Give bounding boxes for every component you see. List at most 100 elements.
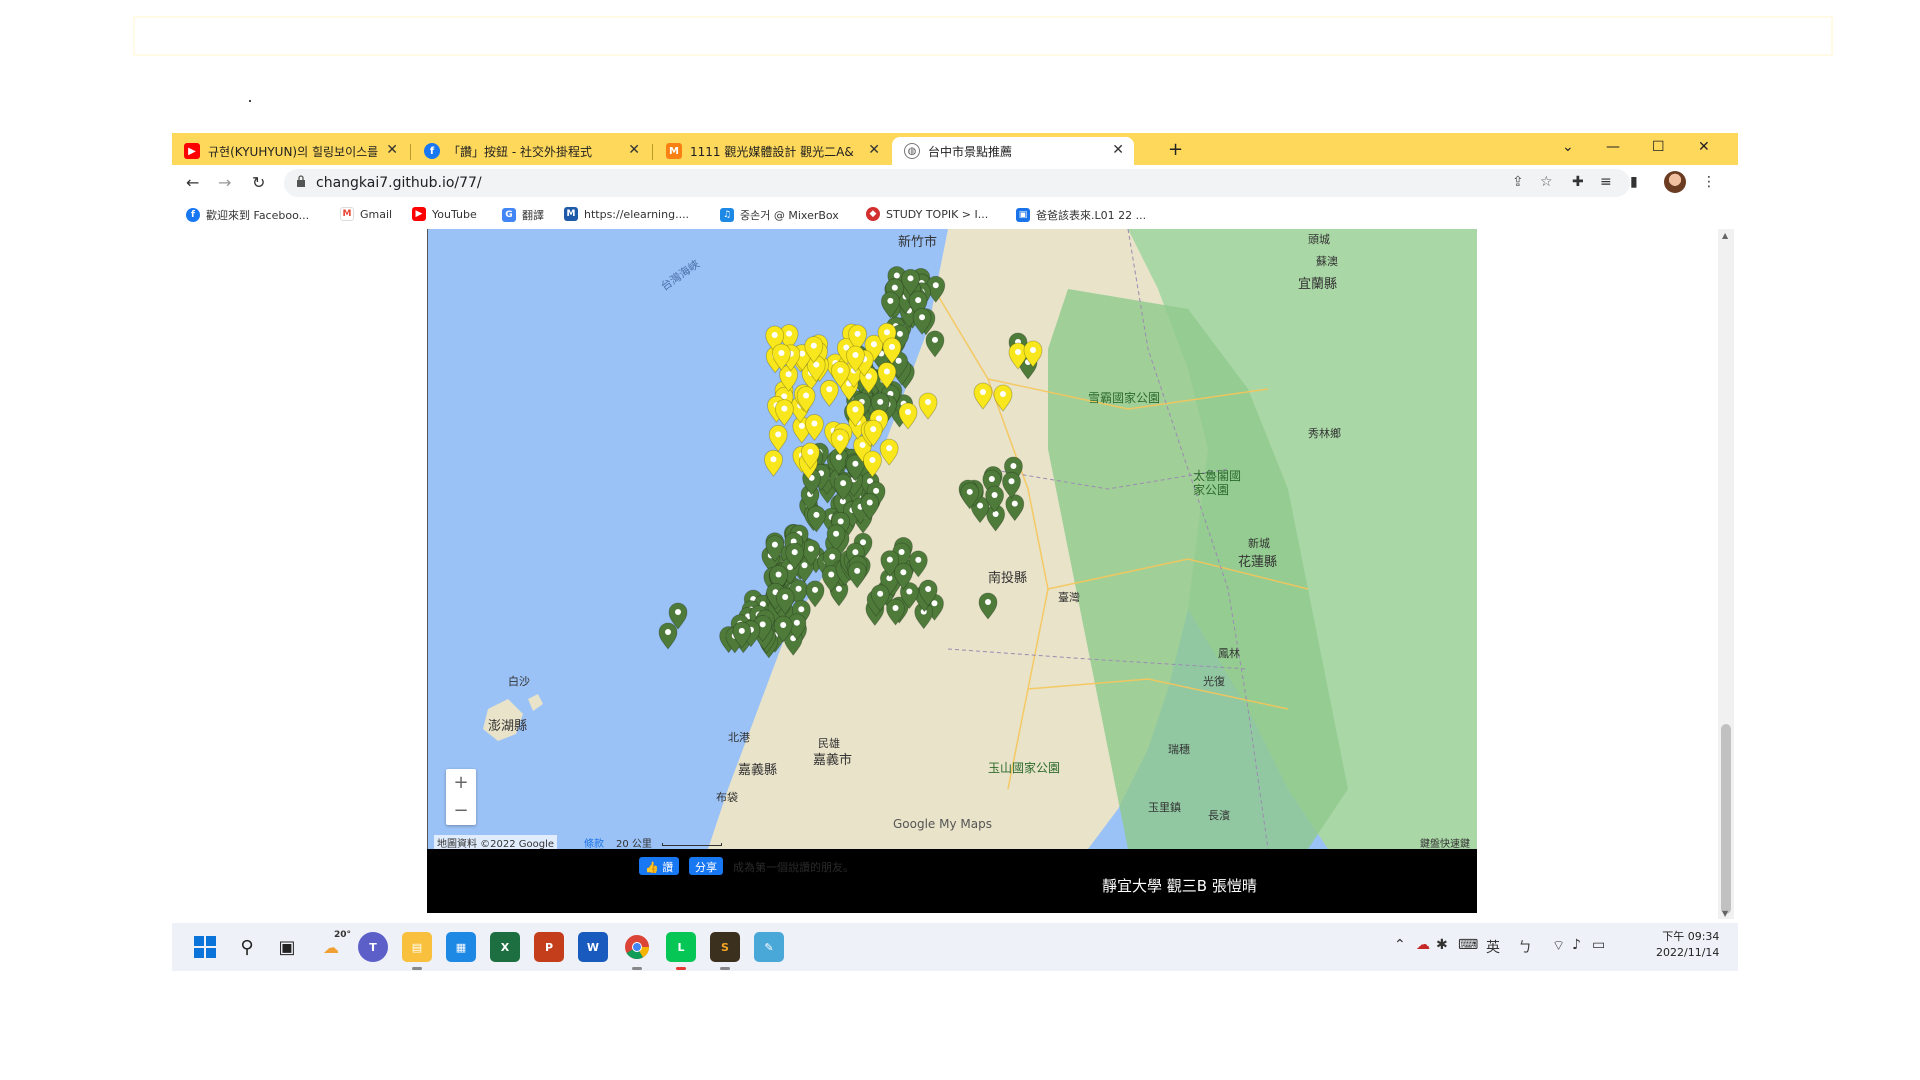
scroll-down-icon[interactable]: ▼ [1722, 909, 1728, 918]
share-button[interactable]: 分享 [689, 857, 723, 875]
map-pin-dot [852, 460, 859, 467]
ime-mode-label[interactable]: 英 [1486, 937, 1500, 957]
close-tab-icon[interactable]: ✕ [868, 142, 880, 158]
map-pin[interactable] [768, 424, 788, 453]
map-pin-dot [869, 456, 876, 463]
zoom-out-button[interactable]: − [446, 797, 476, 825]
map-pin-dot [835, 454, 842, 461]
tray-chevron-icon[interactable]: ⌃ [1394, 937, 1406, 953]
terms-link[interactable]: 條款 [584, 835, 604, 849]
extensions-icon[interactable]: ✚ [1572, 174, 1584, 190]
keyboard-icon[interactable]: ⌨ [1458, 937, 1478, 953]
scroll-thumb[interactable] [1721, 724, 1731, 914]
tab-youtube[interactable]: ▶ 규현(KYUHYUN)의 힐링보이스를 ✕ [172, 137, 408, 165]
chrome-icon[interactable] [622, 932, 652, 962]
map-pin-dot [886, 445, 893, 452]
forward-icon[interactable]: → [218, 173, 231, 192]
weather-icon[interactable]: ☁ 20° [316, 930, 351, 962]
map-pin-dot [835, 585, 842, 592]
onedrive-error-icon[interactable]: ☁ [1416, 937, 1430, 953]
ime-icon[interactable]: ㄅ [1518, 937, 1532, 957]
store-icon[interactable]: ▦ [446, 932, 476, 962]
map-pin-dot [798, 422, 805, 429]
share-icon[interactable]: ⇪ [1512, 174, 1524, 190]
bookmark-facebook[interactable]: f 歡迎來到 Faceboo... [186, 207, 309, 223]
map-pin-dot [873, 487, 880, 494]
menu-icon[interactable]: ⋮ [1702, 174, 1716, 190]
bookmark-mixerbox[interactable]: ♫ 중손거 @ MixerBox [720, 207, 839, 223]
bookmark-topik[interactable]: ◆ STUDY TOPIK > I... [866, 207, 988, 221]
taskbar-clock[interactable]: 下午 09:34 2022/11/14 [1656, 929, 1719, 961]
maximize-icon[interactable]: ☐ [1652, 139, 1665, 155]
map-pin[interactable] [658, 622, 678, 650]
bookmark-classroom[interactable]: ▣ 爸爸該表來.L01 22 ... [1016, 207, 1146, 223]
map-pin[interactable] [774, 399, 794, 427]
map-pin[interactable] [805, 414, 824, 442]
powerpoint-icon[interactable]: P [534, 932, 564, 962]
zoom-in-button[interactable]: + [446, 769, 476, 797]
map-pin-dot [778, 349, 785, 356]
author-credit: 靜宜大學 觀三B 張愷晴 [1102, 877, 1257, 895]
map-pin-dot [665, 629, 671, 635]
side-panel-icon[interactable]: ▮ [1630, 174, 1638, 190]
back-icon[interactable]: ← [186, 173, 199, 192]
map-pin-dot [803, 392, 810, 399]
excel-icon[interactable]: X [490, 932, 520, 962]
map-label-suao: 蘇澳 [1316, 255, 1338, 268]
close-window-icon[interactable]: ✕ [1698, 139, 1710, 155]
line-app-icon[interactable]: L [666, 932, 696, 962]
bookmark-elearning[interactable]: Mhttps://elearning.... [564, 207, 689, 221]
close-tab-icon[interactable]: ✕ [386, 142, 398, 158]
bookmark-youtube[interactable]: ▶ YouTube [412, 207, 477, 221]
like-button[interactable]: 👍 讚 [639, 857, 680, 875]
sublime-icon[interactable]: S [710, 932, 740, 962]
volume-icon[interactable]: ♪ [1572, 937, 1581, 953]
map-label-baisha: 白沙 [508, 675, 530, 688]
tab-separator [410, 144, 411, 160]
address-bar[interactable]: changkai7.github.io/77/ ⇪ ☆ [284, 169, 1630, 197]
map-pin[interactable] [819, 379, 839, 407]
running-indicator [412, 967, 422, 970]
map-label-nantou: 南投縣 [988, 571, 1028, 586]
map-pin-dot [925, 586, 932, 593]
tray-app-icon[interactable]: ✱ [1436, 937, 1448, 953]
tab-label: 1111 觀光媒體設計 觀光二A& [690, 144, 854, 159]
new-tab-button[interactable]: + [1168, 139, 1183, 160]
tab-label: 규현(KYUHYUN)의 힐링보이스를 [208, 144, 379, 159]
map-label-ruisui: 瑞穗 [1168, 743, 1190, 756]
page-scrollbar[interactable]: ▲ ▼ [1718, 229, 1734, 919]
tab-search-icon[interactable]: ⌄ [1562, 139, 1574, 155]
word-icon[interactable]: W [578, 932, 608, 962]
keyboard-shortcuts-link[interactable]: 鍵盤快速鍵 [1420, 835, 1470, 849]
map-pin-dot [859, 441, 866, 448]
tab-facebook[interactable]: f 「讚」按鈕 - 社交外掛程式 ✕ [412, 137, 650, 165]
bookmark-translate[interactable]: G 翻譯 [502, 207, 544, 223]
start-icon[interactable] [190, 932, 220, 962]
profile-avatar[interactable] [1664, 171, 1686, 193]
map-pin-dot [891, 284, 898, 291]
map-pin-dot [905, 409, 911, 415]
scroll-up-icon[interactable]: ▲ [1722, 231, 1728, 240]
map-pin-dot [900, 569, 907, 576]
minimize-icon[interactable]: — [1606, 139, 1620, 155]
battery-icon[interactable]: ▭ [1592, 937, 1605, 953]
search-icon[interactable]: ⚲ [232, 932, 262, 962]
bookmarks-bar: f 歡迎來到 Faceboo... M Gmail ▶ YouTube G 翻譯 Mht… [172, 201, 1738, 229]
close-tab-icon[interactable]: ✕ [1112, 142, 1124, 158]
map-pin[interactable] [807, 505, 826, 533]
reload-icon[interactable]: ↻ [252, 173, 265, 192]
task-view-icon[interactable]: ▣ [272, 932, 302, 962]
bookmark-gmail[interactable]: M Gmail [340, 207, 392, 221]
tab-moodle[interactable]: M 1111 觀光媒體設計 觀光二A& ✕ [654, 137, 890, 165]
reading-list-icon[interactable]: ≡ [1600, 174, 1612, 190]
map-pin-dot [931, 336, 938, 343]
google-my-map[interactable]: 新竹市 宜蘭縣 頭城 蘇澳 台灣海峽 雪霸國家公園 秀林鄉 太魯閣國家公園 新城… [427, 229, 1477, 849]
file-explorer-icon[interactable]: ▤ [402, 932, 432, 962]
tab-active[interactable]: ◍ 台中市景點推薦 ✕ [892, 137, 1134, 165]
close-tab-icon[interactable]: ✕ [628, 142, 640, 158]
bookmark-star-icon[interactable]: ☆ [1540, 174, 1553, 190]
wifi-icon[interactable]: ⌔ [1552, 937, 1565, 955]
paint-icon[interactable]: ✎ [754, 932, 784, 962]
teams-chat-icon[interactable]: T [358, 932, 388, 962]
map-pin[interactable] [764, 449, 783, 477]
